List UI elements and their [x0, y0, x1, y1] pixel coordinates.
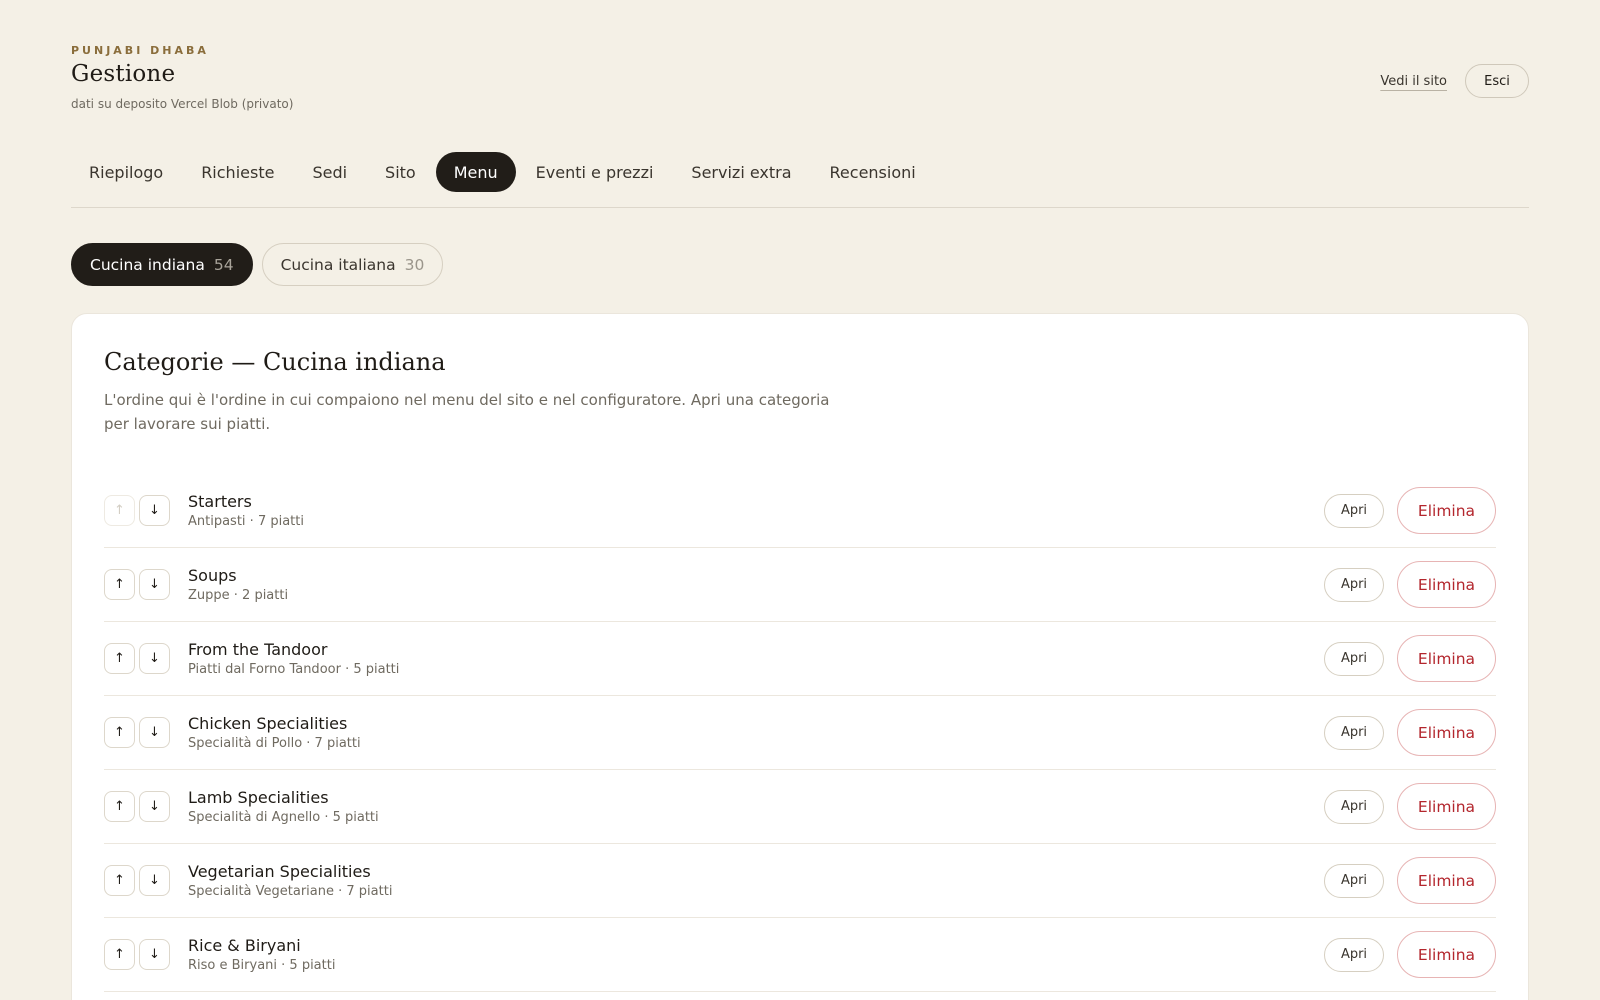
view-site-link[interactable]: Vedi il sito [1380, 74, 1447, 89]
category-row: ↑ ↓ Lamb Specialities Specialità di Agnello… [104, 770, 1496, 844]
row-actions: Apri Elimina [1324, 561, 1496, 608]
move-up-icon[interactable]: ↑ [104, 865, 135, 896]
delete-category-button[interactable]: Elimina [1397, 487, 1496, 534]
category-row: ↑ ↓ From the Tandoor Piatti dal Forno Tando… [104, 622, 1496, 696]
category-info: Vegetarian Specialities Specialità Vegeta… [188, 862, 1324, 899]
category-row: ↑ ↓ Vegetarian Specialities Specialità Vege… [104, 844, 1496, 918]
reorder-controls: ↑ ↓ [104, 717, 188, 748]
row-actions: Apri Elimina [1324, 709, 1496, 756]
reorder-controls: ↑ ↓ [104, 791, 188, 822]
row-actions: Apri Elimina [1324, 857, 1496, 904]
row-actions: Apri Elimina [1324, 931, 1496, 978]
brand-name: PUNJABI DHABA [71, 44, 209, 57]
move-down-icon[interactable]: ↓ [139, 791, 170, 822]
delete-category-button[interactable]: Elimina [1397, 709, 1496, 756]
kitchen-tab-cucina-italiana[interactable]: Cucina italiana 30 [261, 243, 444, 286]
move-up-icon[interactable]: ↑ [104, 717, 135, 748]
move-up-icon: ↑ [104, 495, 135, 526]
open-category-button[interactable]: Apri [1324, 937, 1384, 972]
category-info: Soups Zuppe · 2 piatti [188, 566, 1324, 603]
open-category-button[interactable]: Apri [1324, 863, 1384, 898]
move-down-icon[interactable]: ↓ [139, 643, 170, 674]
reorder-controls: ↑ ↓ [104, 939, 188, 970]
move-up-icon[interactable]: ↑ [104, 939, 135, 970]
delete-category-button[interactable]: Elimina [1397, 931, 1496, 978]
category-subtitle: Antipasti · 7 piatti [188, 514, 304, 529]
category-row: ↑ ↓ Soups Zuppe · 2 piatti Apri Elimina [104, 548, 1496, 622]
header-actions: Vedi il sito Esci [1380, 64, 1529, 98]
category-subtitle: Specialità Vegetariane · 7 piatti [188, 884, 393, 899]
delete-category-button[interactable]: Elimina [1397, 635, 1496, 682]
tab-menu[interactable]: Menu [435, 152, 516, 192]
tab-recensioni[interactable]: Recensioni [812, 152, 934, 192]
kitchen-tab-label: Cucina italiana [280, 255, 396, 274]
kitchen-tab-label: Cucina indiana [90, 255, 205, 274]
categories-card: Categorie — Cucina indiana L'ordine qui … [71, 313, 1529, 1000]
category-subtitle: Zuppe · 2 piatti [188, 588, 289, 603]
category-info: From the Tandoor Piatti dal Forno Tandoor… [188, 640, 1324, 677]
category-row: ↑ ↓ Starters Antipasti · 7 piatti Apri Elimin… [104, 474, 1496, 548]
reorder-controls: ↑ ↓ [104, 643, 188, 674]
card-title: Categorie — Cucina indiana [104, 348, 446, 376]
tab-riepilogo[interactable]: Riepilogo [71, 152, 181, 192]
move-up-icon[interactable]: ↑ [104, 643, 135, 674]
move-down-icon[interactable]: ↓ [139, 717, 170, 748]
kitchen-tab-count: 54 [213, 255, 234, 274]
category-list: ↑ ↓ Starters Antipasti · 7 piatti Apri Elimin… [104, 474, 1496, 992]
page-title: Gestione [71, 61, 176, 87]
reorder-controls: ↑ ↓ [104, 495, 188, 526]
category-row: ↑ ↓ Rice & Biryani Riso e Biryani · 5 piatt… [104, 918, 1496, 992]
open-category-button[interactable]: Apri [1324, 567, 1384, 602]
delete-category-button[interactable]: Elimina [1397, 561, 1496, 608]
card-description: L'ordine qui è l'ordine in cui compaiono… [104, 391, 830, 433]
tab-richieste[interactable]: Richieste [183, 152, 292, 192]
reorder-controls: ↑ ↓ [104, 865, 188, 896]
open-category-button[interactable]: Apri [1324, 789, 1384, 824]
kitchen-tab-cucina-indiana[interactable]: Cucina indiana 54 [71, 243, 253, 286]
category-name: Soups [188, 566, 237, 585]
category-subtitle: Specialità di Agnello · 5 piatti [188, 810, 379, 825]
category-subtitle: Specialità di Pollo · 7 piatti [188, 736, 361, 751]
main-nav: Riepilogo Richieste Sedi Sito Menu Eventi e p… [71, 152, 1529, 208]
delete-category-button[interactable]: Elimina [1397, 783, 1496, 830]
reorder-controls: ↑ ↓ [104, 569, 188, 600]
page-header: PUNJABI DHABA Gestione dati su deposito … [71, 44, 1529, 124]
category-info: Lamb Specialities Specialità di Agnello ·… [188, 788, 1324, 825]
tab-servizi-extra[interactable]: Servizi extra [673, 152, 809, 192]
category-subtitle: Piatti dal Forno Tandoor · 5 piatti [188, 662, 400, 677]
open-category-button[interactable]: Apri [1324, 641, 1384, 676]
open-category-button[interactable]: Apri [1324, 493, 1384, 528]
tab-eventi-e-prezzi[interactable]: Eventi e prezzi [518, 152, 672, 192]
kitchen-tab-count: 30 [404, 255, 425, 274]
logout-button[interactable]: Esci [1465, 64, 1529, 98]
category-info: Rice & Biryani Riso e Biryani · 5 piatti [188, 936, 1324, 973]
category-info: Starters Antipasti · 7 piatti [188, 492, 1324, 529]
kitchen-tabs: Cucina indiana 54 Cucina italiana 30 [71, 243, 444, 286]
row-actions: Apri Elimina [1324, 783, 1496, 830]
move-down-icon[interactable]: ↓ [139, 495, 170, 526]
move-up-icon[interactable]: ↑ [104, 791, 135, 822]
tab-sito[interactable]: Sito [367, 152, 434, 192]
move-down-icon[interactable]: ↓ [139, 939, 170, 970]
category-name: Lamb Specialities [188, 788, 329, 807]
row-actions: Apri Elimina [1324, 487, 1496, 534]
storage-info: dati su deposito Vercel Blob (privato) [71, 97, 294, 111]
category-name: Starters [188, 492, 252, 511]
open-category-button[interactable]: Apri [1324, 715, 1384, 750]
category-info: Chicken Specialities Specialità di Pollo … [188, 714, 1324, 751]
tab-sedi[interactable]: Sedi [294, 152, 365, 192]
move-down-icon[interactable]: ↓ [139, 865, 170, 896]
row-actions: Apri Elimina [1324, 635, 1496, 682]
move-down-icon[interactable]: ↓ [139, 569, 170, 600]
category-name: Vegetarian Specialities [188, 862, 371, 881]
category-subtitle: Riso e Biryani · 5 piatti [188, 958, 336, 973]
move-up-icon[interactable]: ↑ [104, 569, 135, 600]
category-name: From the Tandoor [188, 640, 328, 659]
category-name: Chicken Specialities [188, 714, 348, 733]
category-row: ↑ ↓ Chicken Specialities Specialità di Poll… [104, 696, 1496, 770]
category-name: Rice & Biryani [188, 936, 301, 955]
delete-category-button[interactable]: Elimina [1397, 857, 1496, 904]
